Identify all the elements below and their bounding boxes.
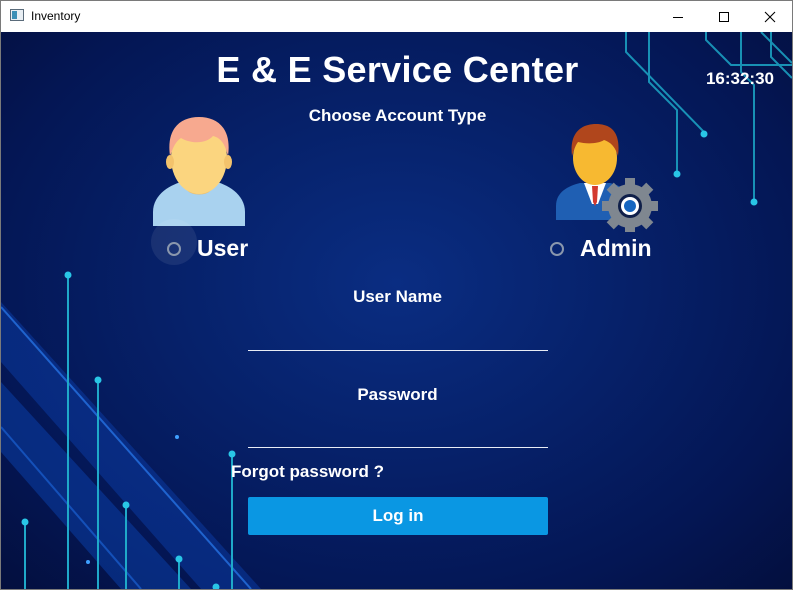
login-button[interactable]: Log in [248,497,548,535]
maximize-icon [719,11,729,22]
admin-radio[interactable] [550,241,564,256]
maximize-button[interactable] [701,1,747,32]
window-title: Inventory [31,9,81,23]
close-button[interactable] [747,1,792,32]
minimize-button[interactable] [655,1,701,32]
clock: 16:32:30 [705,69,774,88]
login-panel: E & E Service Center 16:32:30 Choose Acc… [1,32,792,589]
username-input[interactable] [248,320,548,351]
app-window: Inventory E & E Service Center 16:32:30 … [0,0,793,590]
user-account-option[interactable]: User [151,219,249,265]
app-title: E & E Service Center [216,49,579,90]
choose-account-heading: Choose Account Type [308,106,487,125]
admin-radio-label: Admin [580,235,652,261]
title-bar[interactable]: Inventory [1,1,792,32]
username-label: User Name [353,287,442,306]
minimize-icon [673,16,683,18]
close-icon [764,11,776,22]
forgot-password-link[interactable]: Forgot password ? [231,462,384,482]
admin-account-option[interactable]: Admin [550,235,652,262]
app-icon [10,9,24,21]
admin-avatar-icon [556,124,658,232]
password-input[interactable] [248,417,548,448]
password-label: Password [357,385,438,404]
user-radio[interactable] [167,241,181,256]
user-radio-label: User [197,235,249,261]
user-avatar-icon [153,117,245,226]
